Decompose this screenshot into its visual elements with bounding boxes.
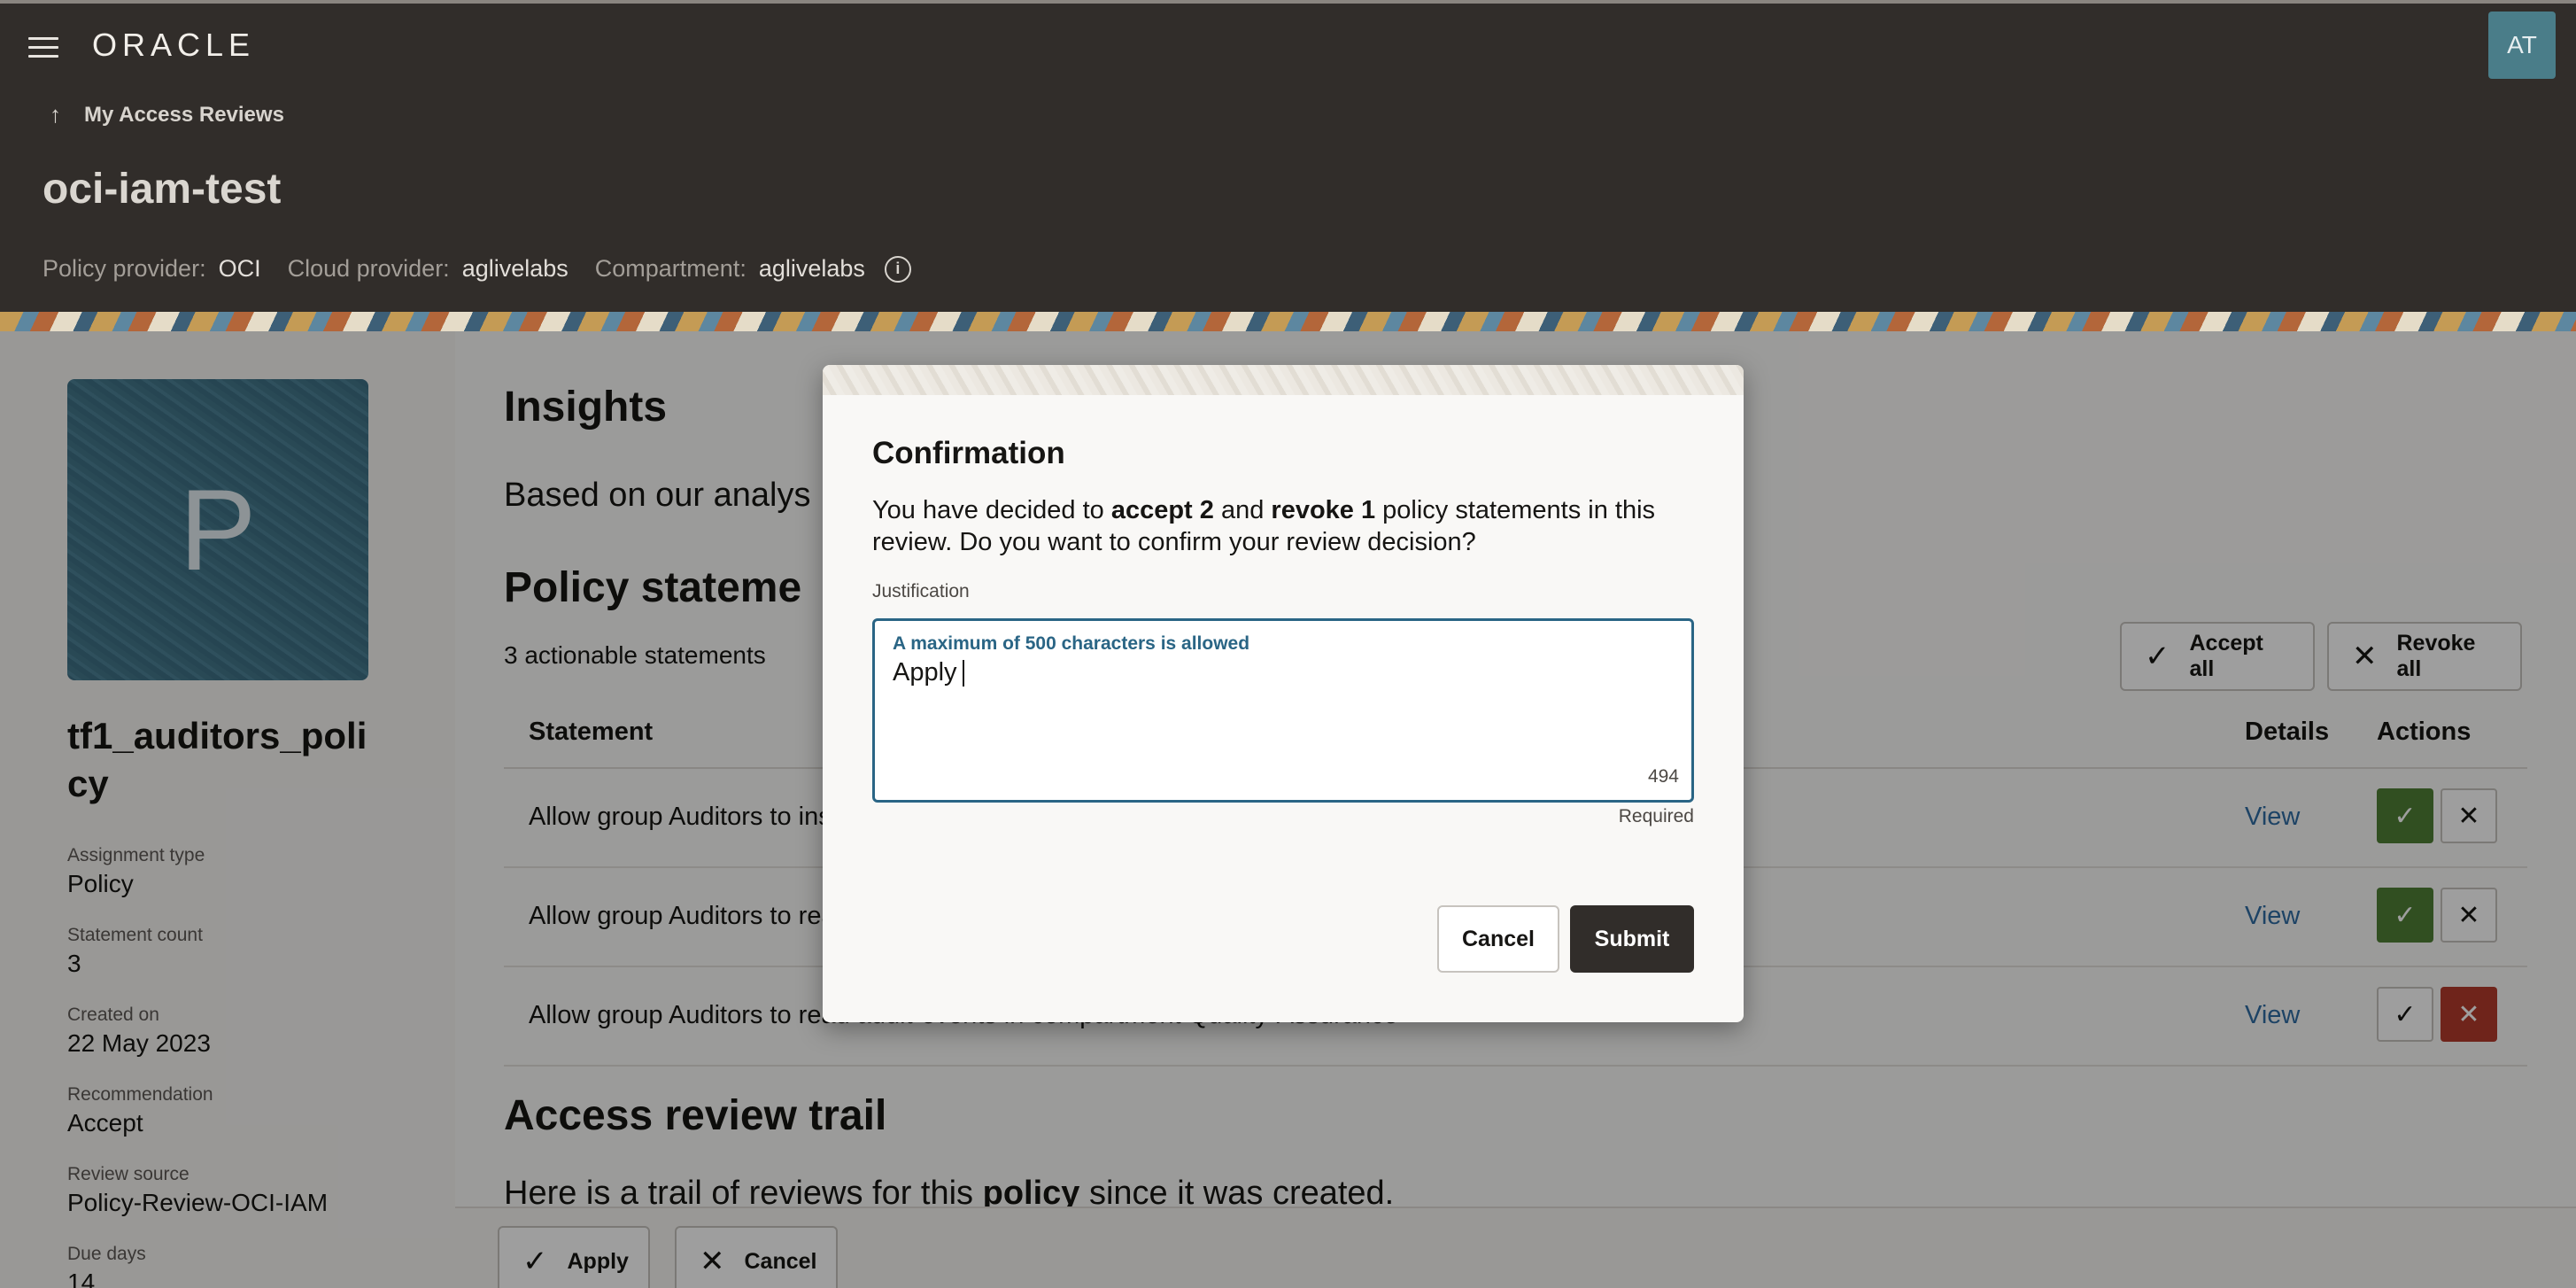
info-icon[interactable]: i xyxy=(884,255,911,283)
dialog-msg-part: and xyxy=(1213,496,1272,524)
dialog-cancel-button[interactable]: Cancel xyxy=(1437,905,1559,973)
meta-value: aglivelabs xyxy=(461,255,569,282)
page-header: ORACLE AT ↑ My Access Reviews oci-iam-te… xyxy=(0,4,2576,312)
character-counter: 494 xyxy=(1647,766,1679,787)
confirmation-dialog: Confirmation You have decided to accept … xyxy=(823,365,1744,1022)
meta-value: aglivelabs xyxy=(758,255,865,282)
justification-value: Apply xyxy=(893,658,964,687)
user-avatar[interactable]: AT xyxy=(2488,12,2556,79)
arrow-up-icon: ↑ xyxy=(50,101,61,128)
meta-row: Policy provider: OCI Cloud provider: agl… xyxy=(43,255,911,283)
dialog-msg-revoke: revoke 1 xyxy=(1271,496,1376,524)
justification-textarea[interactable]: A maximum of 500 characters is allowed A… xyxy=(872,618,1694,803)
oracle-logo: ORACLE xyxy=(92,27,256,63)
justification-label: Justification xyxy=(872,581,970,601)
justification-hint: A maximum of 500 characters is allowed xyxy=(893,633,1250,654)
hamburger-menu-icon[interactable] xyxy=(28,35,60,60)
dialog-decorative-band xyxy=(823,365,1744,395)
dialog-title: Confirmation xyxy=(872,436,1065,470)
dialog-message: You have decided to accept 2 and revoke … xyxy=(872,494,1669,558)
meta-label: Cloud provider: xyxy=(287,255,450,282)
page-title: oci-iam-test xyxy=(43,166,282,213)
text-caret xyxy=(962,660,964,687)
decorative-banner xyxy=(0,312,2576,331)
meta-label: Policy provider: xyxy=(43,255,206,282)
dialog-submit-button[interactable]: Submit xyxy=(1570,905,1694,973)
required-label: Required xyxy=(1618,806,1694,826)
back-link[interactable]: ↑ My Access Reviews xyxy=(50,101,284,128)
justification-text: Apply xyxy=(893,658,957,687)
meta-value: OCI xyxy=(218,255,261,282)
back-link-label: My Access Reviews xyxy=(84,102,284,127)
meta-label: Compartment: xyxy=(594,255,746,282)
dialog-msg-part: You have decided to xyxy=(872,496,1111,524)
dialog-msg-accept: accept 2 xyxy=(1110,496,1214,524)
